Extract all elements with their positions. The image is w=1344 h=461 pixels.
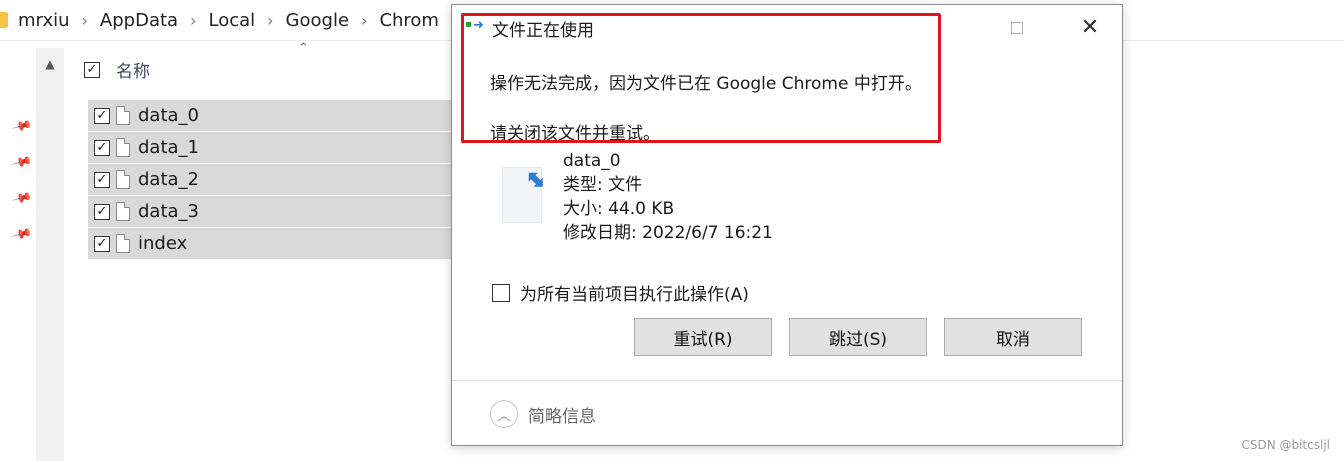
select-all-checkbox[interactable]: ✓ (84, 61, 100, 78)
file-info-type: 类型: 文件 (563, 175, 643, 195)
file-icon (116, 106, 130, 125)
watermark: CSDN @bitcsljl (1241, 438, 1330, 452)
file-name: index (138, 233, 188, 254)
apply-to-all-label: 为所有当前项目执行此操作(A) (520, 285, 749, 305)
row-checkbox[interactable]: ✓ (94, 203, 110, 220)
breadcrumb-item-appdata[interactable]: AppData (100, 10, 178, 31)
details-toggle[interactable]: ︿ 简略信息 (490, 400, 596, 428)
column-header-name[interactable]: ✓ 名称 (84, 57, 150, 82)
file-icon (116, 202, 130, 221)
pin-icon[interactable]: 📌 (11, 188, 33, 209)
vertical-scrollbar[interactable]: ▲ (36, 48, 64, 461)
row-checkbox[interactable]: ✓ (94, 235, 110, 252)
file-name: data_1 (138, 137, 199, 158)
row-checkbox[interactable]: ✓ (94, 107, 110, 124)
file-info-size: 大小: 44.0 KB (563, 199, 675, 219)
list-item[interactable]: ✓ data_0 (88, 100, 454, 131)
file-info: data_0 类型: 文件 大小: 44.0 KB 修改日期: 2022/6/7… (563, 149, 773, 245)
file-icon (116, 138, 130, 157)
row-checkbox[interactable]: ✓ (94, 139, 110, 156)
annotation-highlight-box (461, 13, 941, 143)
file-info-modified: 修改日期: 2022/6/7 16:21 (563, 223, 773, 243)
file-list: ⌃ ✓ 名称 ✓ data_0 ✓ data_1 ✓ data_2 ✓ data… (64, 41, 454, 461)
file-name: data_2 (138, 169, 199, 190)
breadcrumb-item-chrome[interactable]: Chrom (379, 10, 439, 31)
skip-button[interactable]: 跳过(S) (789, 318, 927, 356)
breadcrumb-item-local[interactable]: Local (208, 10, 255, 31)
navigation-pane: 📌 📌 📌 📌 (0, 41, 36, 461)
chevron-up-icon[interactable]: ︿ (490, 400, 518, 428)
apply-to-all-option[interactable]: 为所有当前项目执行此操作(A) (492, 280, 749, 305)
apply-to-all-checkbox[interactable] (492, 283, 510, 302)
list-item[interactable]: ✓ data_3 (88, 196, 454, 227)
list-item[interactable]: ✓ index (88, 228, 454, 259)
pin-icon[interactable]: 📌 (11, 116, 33, 137)
chevron-right-icon: › (190, 10, 197, 30)
file-name: data_0 (138, 105, 199, 126)
chevron-right-icon: › (361, 10, 368, 30)
file-icon (116, 234, 130, 253)
chevron-right-icon: › (81, 10, 88, 30)
folder-icon (0, 12, 8, 28)
list-item[interactable]: ✓ data_1 (88, 132, 454, 163)
pin-icon[interactable]: 📌 (11, 152, 33, 173)
file-info-name: data_0 (563, 151, 621, 171)
close-icon[interactable]: ✕ (1070, 15, 1110, 41)
file-name: data_3 (138, 201, 199, 222)
cancel-button[interactable]: 取消 (944, 318, 1082, 356)
sort-ascending-icon: ⌃ (298, 41, 309, 56)
retry-button[interactable]: 重试(R) (634, 318, 772, 356)
scroll-up-icon[interactable]: ▲ (36, 52, 64, 76)
maximize-icon (1011, 22, 1023, 34)
file-in-use-dialog: ➜ 文件正在使用 ✕ 操作无法完成，因为文件已在 Google Chrome 中… (451, 4, 1123, 446)
details-label[interactable]: 简略信息 (528, 402, 596, 427)
pin-icon[interactable]: 📌 (11, 224, 33, 245)
breadcrumb-item-google[interactable]: Google (286, 10, 349, 31)
row-checkbox[interactable]: ✓ (94, 171, 110, 188)
divider (452, 380, 1122, 381)
chevron-right-icon: › (267, 10, 274, 30)
breadcrumb-item-mrxiu[interactable]: mrxiu (18, 10, 70, 31)
list-item[interactable]: ✓ data_2 (88, 164, 454, 195)
column-header-label[interactable]: 名称 (116, 57, 150, 82)
file-icon (116, 170, 130, 189)
